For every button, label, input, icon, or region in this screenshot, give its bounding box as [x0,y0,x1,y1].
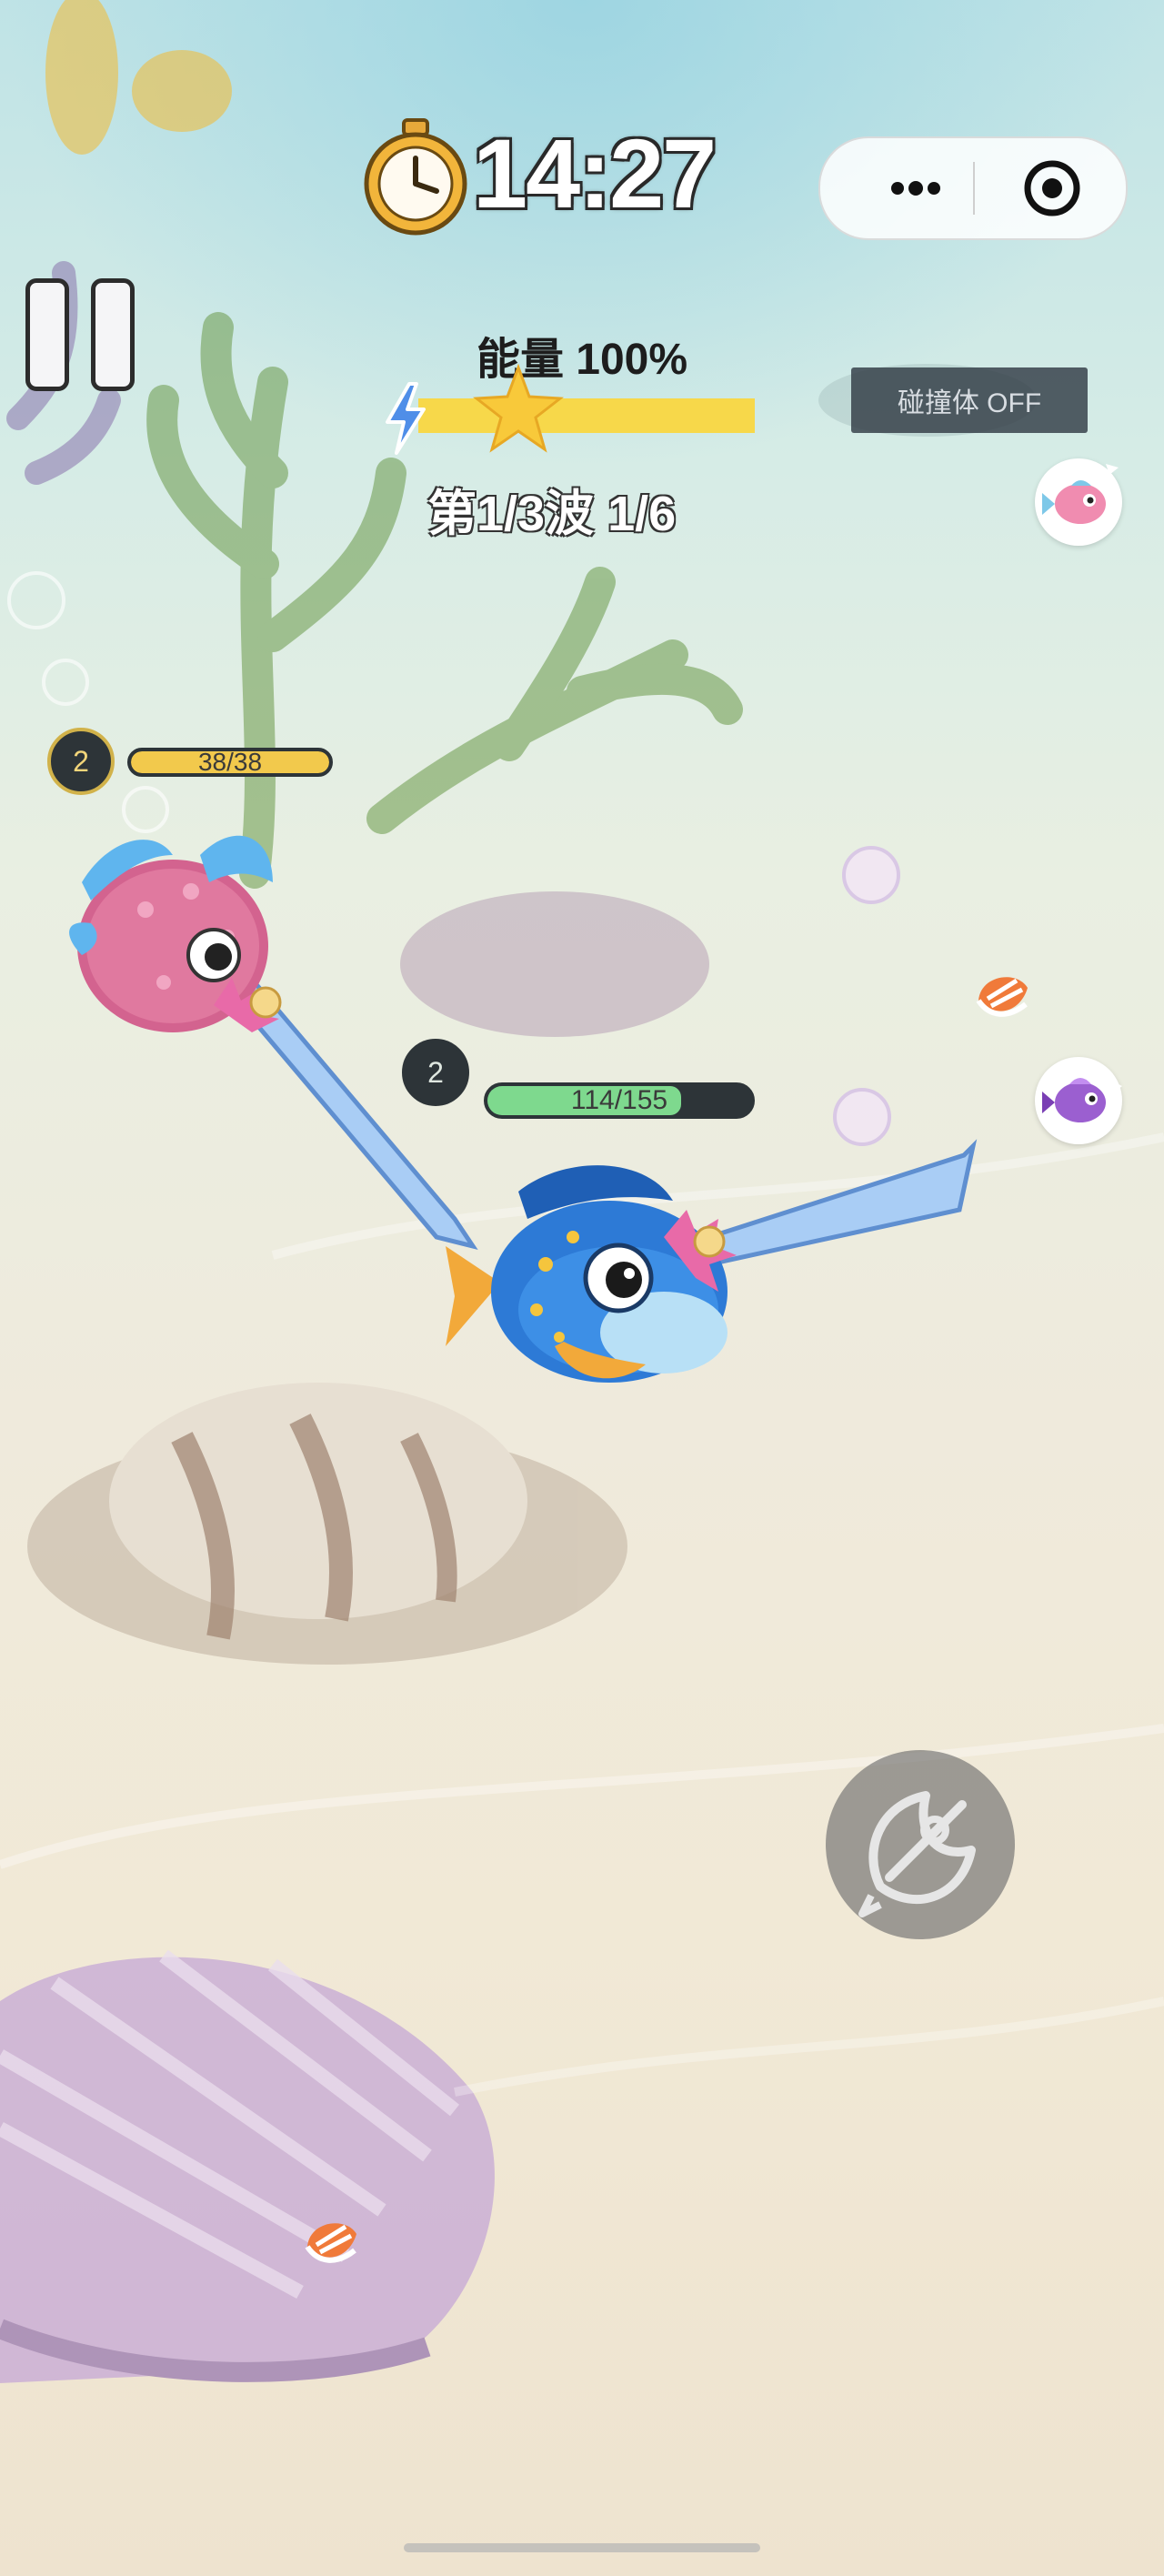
pause-icon [91,278,135,391]
energy-label: 能量 100% [476,336,688,384]
game-timer: 14:27 [356,100,729,236]
pause-button[interactable] [25,278,144,397]
target-close-icon [1024,160,1080,216]
more-button[interactable] [861,156,970,220]
enemy-hp-text: 38/38 [197,748,263,776]
salmon-food-icon [976,977,1028,1017]
salmon-food-icon [305,2223,356,2263]
enemy-pink-fish [69,835,478,1250]
enemy-level-badge: 2 [47,728,115,795]
offscreen-enemy-indicator [1035,1057,1122,1144]
pause-icon [25,278,69,391]
stopwatch-icon [364,118,467,236]
capsule-divider [973,162,975,215]
offscreen-enemy-indicator [1035,458,1122,546]
lightning-icon [386,382,426,455]
purple-fish-icon [1042,1078,1122,1122]
player-hp-text: 114/155 [570,1085,668,1115]
enemy-hp-bar: 38/38 [127,748,333,777]
energy-bar [418,398,755,433]
boost-button[interactable] [826,1750,1015,1939]
miniprogram-capsule [818,136,1128,240]
player-blue-fish [446,1139,978,1383]
wave-progress: 第1/3波 1/6 [427,487,677,541]
star-icon [473,364,564,453]
close-miniprogram-button[interactable] [1011,156,1093,220]
rocket-icon [858,1791,976,1917]
timer-text: 14:27 [473,118,717,228]
player-hp-bar: 114/155 [484,1082,755,1119]
pink-fish-icon [1042,464,1119,524]
player-level-badge: 2 [402,1039,469,1106]
home-indicator [404,2543,760,2552]
energy-fill [418,398,755,433]
collider-toggle-button[interactable]: 碰撞体 OFF [851,367,1088,433]
more-dots-icon [891,181,940,196]
